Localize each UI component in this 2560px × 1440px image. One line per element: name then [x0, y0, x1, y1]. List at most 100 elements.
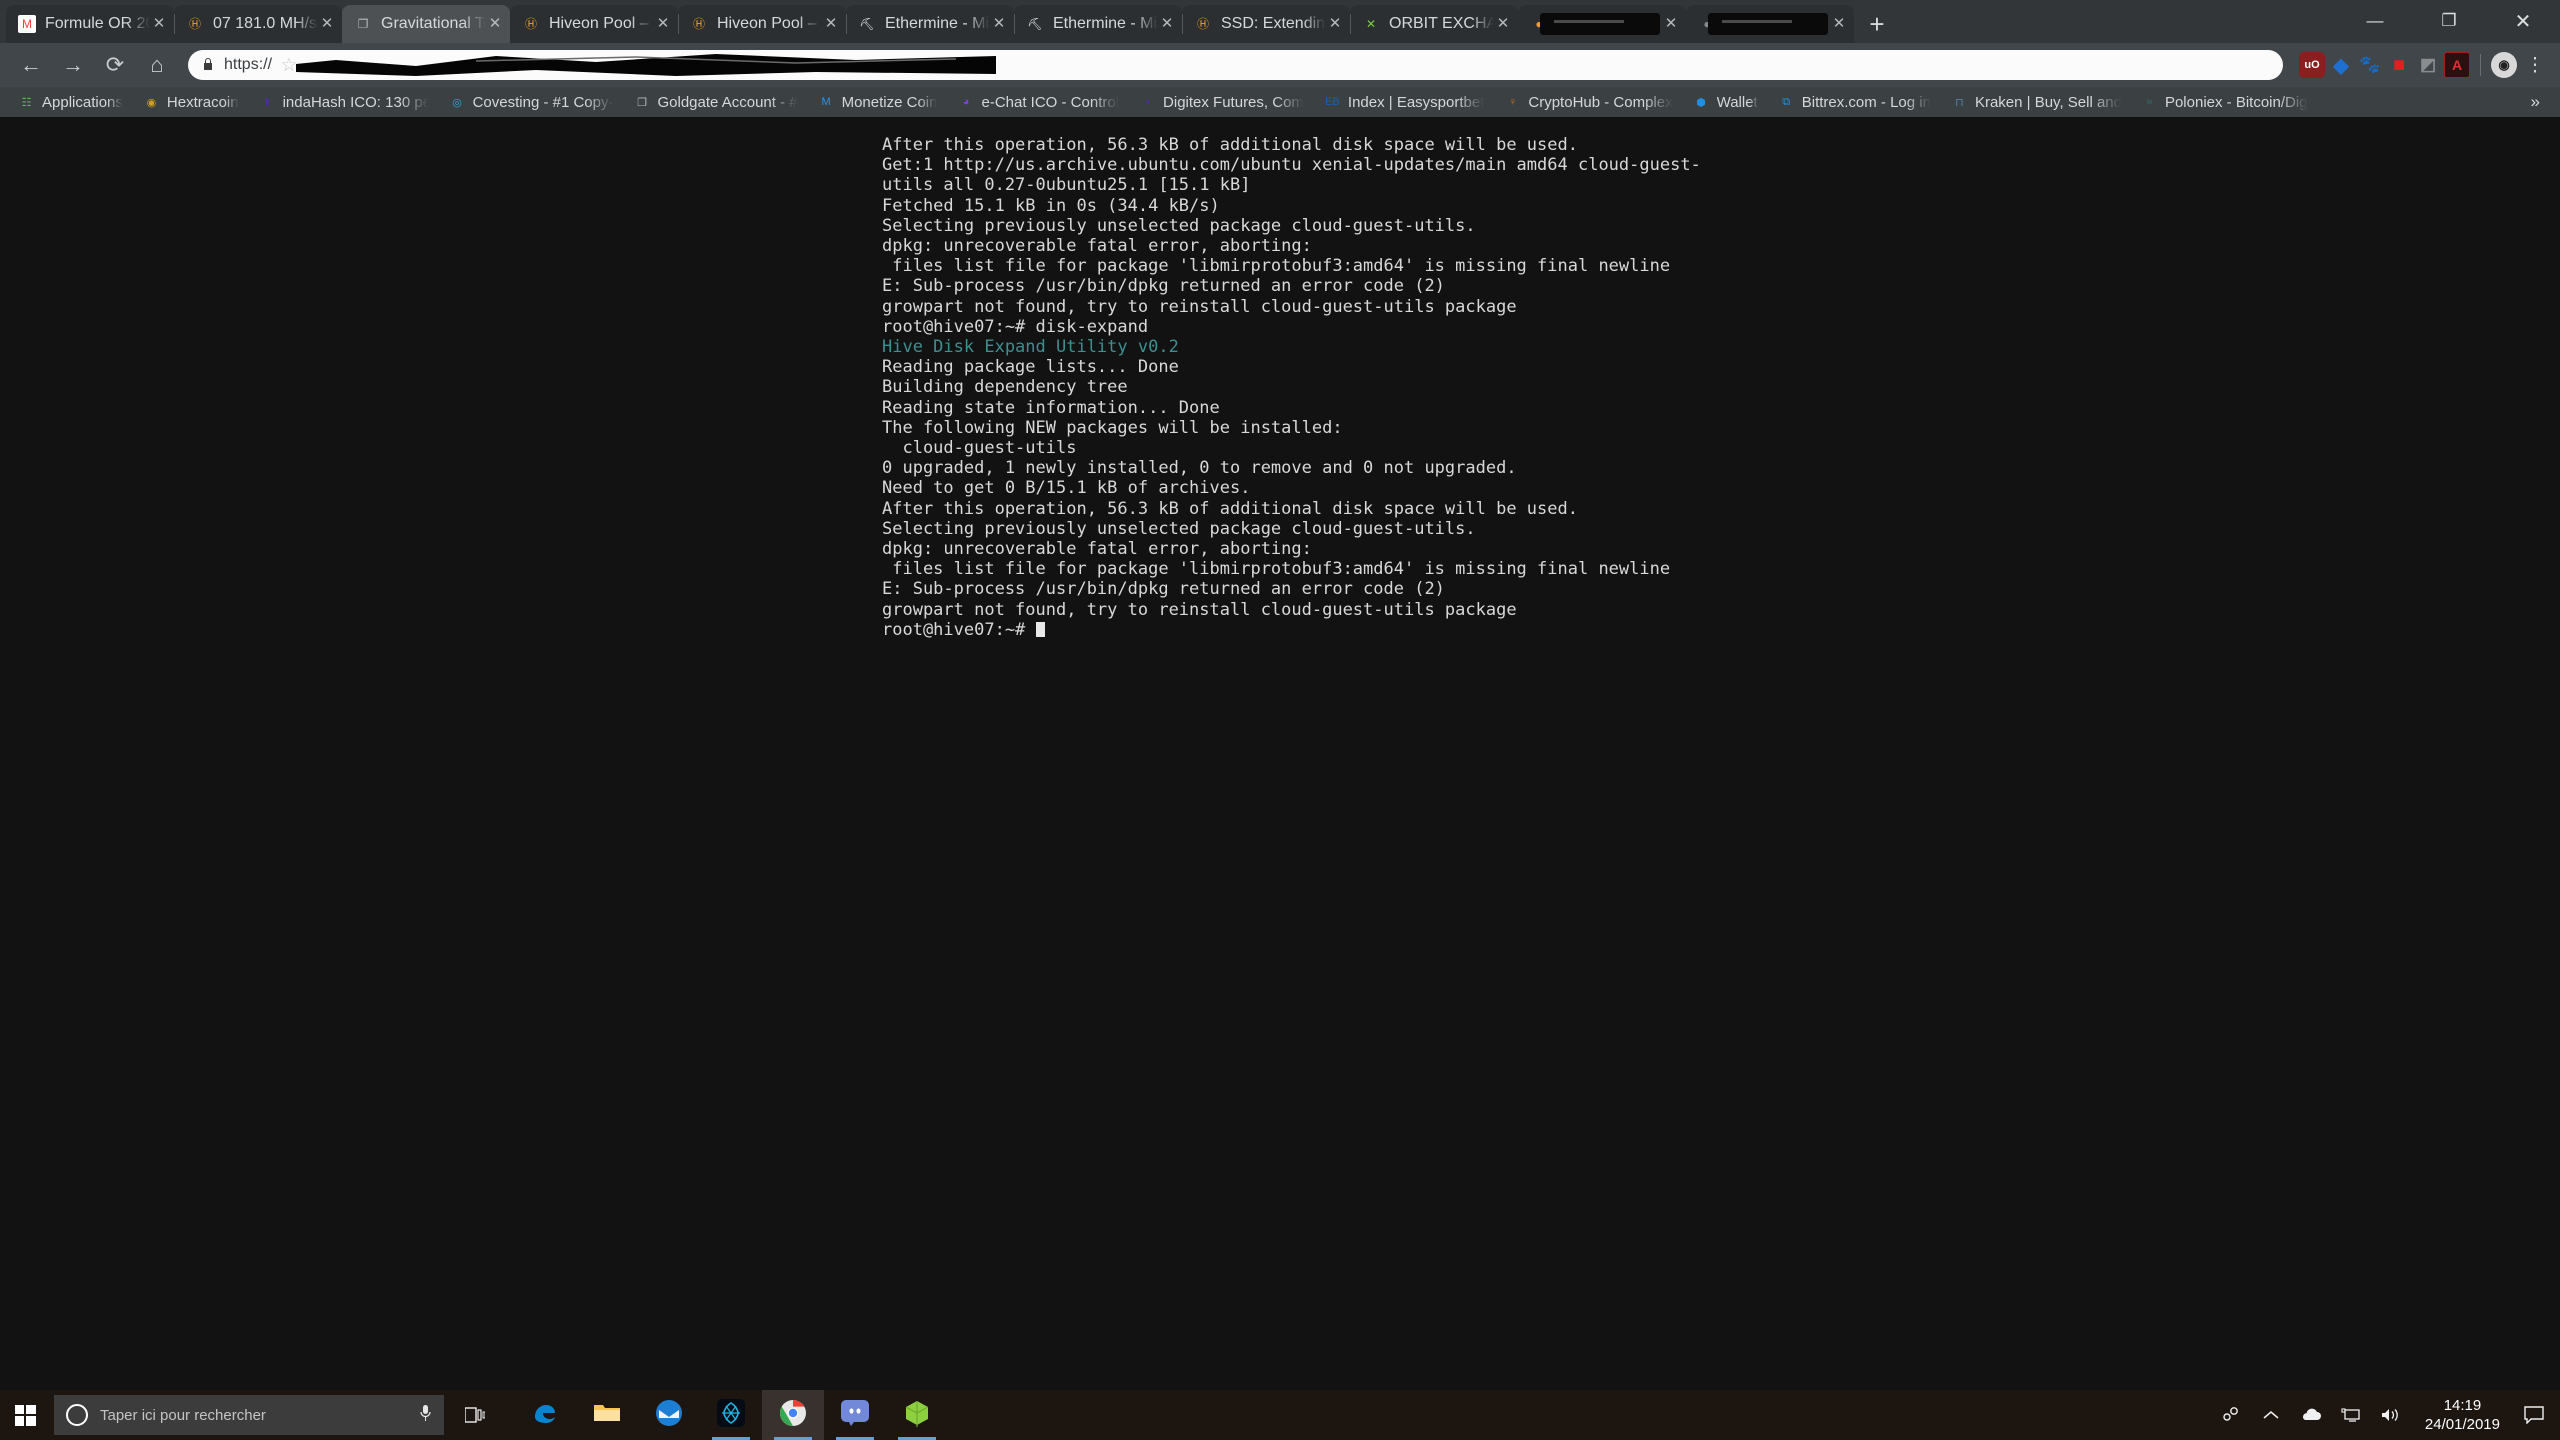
reload-icon[interactable]: ⟳ — [94, 44, 136, 86]
x-badge-icon[interactable]: ◩ — [2415, 52, 2441, 78]
red-box-icon[interactable]: ■ — [2386, 52, 2412, 78]
bookmark-item[interactable]: EB Index | Easysportbet — [1314, 89, 1494, 115]
blue-diamond-icon[interactable]: ◆ — [2328, 52, 2354, 78]
taskbar-clock[interactable]: 14:19 24/01/2019 — [2411, 1396, 2514, 1434]
monetize-coin-icon: M — [821, 96, 831, 108]
bookmark-item[interactable]: ⧉ Bittrex.com - Log in — [1768, 89, 1941, 115]
taskbar-app-chrome[interactable] — [762, 1390, 824, 1440]
ethermine-icon: ⛏ — [859, 17, 875, 31]
taskbar-app-discord[interactable] — [824, 1390, 886, 1440]
terminal-line: E: Sub-process /usr/bin/dpkg returned an… — [882, 579, 1445, 600]
bookmark-item[interactable]: ❐ Goldgate Account - # — [624, 89, 808, 115]
bookmark-item[interactable]: ⊓ Kraken | Buy, Sell and — [1941, 89, 2131, 115]
goldgate-icon: ❐ — [637, 96, 647, 109]
clock-time: 14:19 — [2443, 1397, 2482, 1414]
bookmark-item[interactable]: M Monetize Coin — [808, 89, 948, 115]
close-tab-icon[interactable]: ✕ — [822, 15, 840, 33]
bookmark-label: Digitex Futures, Com — [1163, 93, 1304, 111]
search-placeholder: Taper ici pour rechercher — [100, 1406, 266, 1424]
volume-icon[interactable] — [2371, 1390, 2411, 1440]
bookmark-item[interactable]: ☷ Applications — [8, 89, 133, 115]
address-bar[interactable]: https:// ☆ — [188, 50, 2283, 80]
terminal-line: Get:1 http://us.archive.ubuntu.com/ubunt… — [882, 155, 1701, 176]
terminal-line: After this operation, 56.3 kB of additio… — [882, 135, 1578, 155]
bookmark-item[interactable]: ⬢ Wallet — [1683, 89, 1768, 115]
taskbar-app-file-explorer[interactable] — [576, 1390, 638, 1440]
ublock-origin-icon[interactable]: uO — [2299, 52, 2325, 78]
taskbar-search-box[interactable]: Taper ici pour rechercher — [54, 1395, 444, 1435]
taskbar-app-green-cube[interactable] — [886, 1390, 948, 1440]
bookmark-item[interactable]: » Poloniex - Bitcoin/Dig — [2131, 89, 2318, 115]
browser-tab[interactable]: Ⓗ 07 181.0 MH/s - PR✕ — [174, 5, 342, 43]
action-center-icon[interactable] — [2514, 1390, 2554, 1440]
bookmark-item[interactable]: ⬆ indaHash ICO: 130 pe — [249, 89, 439, 115]
taskbar-app-thunderbird[interactable] — [638, 1390, 700, 1440]
bookmark-label: Monetize Coin — [841, 93, 938, 111]
terminal-lines: After this operation, 56.3 kB of additio… — [0, 135, 2560, 640]
browser-toolbar: ← → ⟳ ⌂ https:// ☆ uO ◆ 🐾 ■ ◩ A ◉ ⋮ — [0, 43, 2560, 87]
bookmark-star-icon[interactable]: ☆ — [272, 54, 306, 77]
back-icon[interactable]: ← — [10, 44, 52, 86]
bookmark-label: CryptoHub - Complex — [1528, 93, 1673, 111]
fox-extension-icon[interactable]: 🐾 — [2357, 52, 2383, 78]
browser-tab[interactable]: ⛏ Ethermine - Miners✕ — [846, 5, 1014, 43]
tab-title: Hiveon Pool – Mos — [717, 15, 822, 32]
tab-title: 07 181.0 MH/s - PR — [213, 15, 318, 32]
terminal-line: files list file for package 'libmirproto… — [882, 559, 1671, 580]
home-icon[interactable]: ⌂ — [136, 44, 178, 86]
hive-icon: Ⓗ — [692, 17, 705, 31]
adobe-acrobat-icon[interactable]: A — [2444, 52, 2470, 78]
gmail-icon: M — [18, 15, 36, 33]
bookmark-item[interactable]: ◖ Digitex Futures, Com — [1129, 89, 1314, 115]
forward-icon[interactable]: → — [52, 44, 94, 86]
terminal-line: files list file for package 'libmirproto… — [882, 256, 1671, 277]
close-tab-icon[interactable]: ✕ — [486, 15, 504, 33]
browser-tab[interactable]: ● ✕ — [1686, 5, 1854, 43]
microphone-icon[interactable] — [419, 1404, 432, 1427]
new-tab-button[interactable]: + — [1854, 5, 1900, 43]
network-icon[interactable] — [2331, 1390, 2371, 1440]
terminal-prompt-line[interactable]: root@hive07:~# — [882, 620, 2560, 640]
close-window-button[interactable]: ✕ — [2486, 0, 2560, 42]
tab-separator — [1350, 14, 1351, 34]
onedrive-icon[interactable] — [2291, 1390, 2331, 1440]
browser-tab[interactable]: ● ✕ — [1518, 5, 1686, 43]
browser-tab[interactable]: Ⓗ Hiveon Pool – Mos✕ — [510, 5, 678, 43]
tab-title: Ethermine - Miners — [1053, 15, 1158, 32]
taskbar-app-edge[interactable] — [514, 1390, 576, 1440]
close-tab-icon[interactable]: ✕ — [318, 15, 336, 33]
close-tab-icon[interactable]: ✕ — [1158, 15, 1176, 33]
bookmark-item[interactable]: ◎ Covesting - #1 Copy- — [439, 89, 624, 115]
close-tab-icon[interactable]: ✕ — [1494, 15, 1512, 33]
terminal-line: Selecting previously unselected package … — [882, 518, 1476, 539]
redacted-tab-overlay — [1540, 13, 1660, 35]
browser-tab[interactable]: ⛏ Ethermine - Miners✕ — [1014, 5, 1182, 43]
edge-icon — [531, 1399, 559, 1432]
browser-tab[interactable]: M Formule OR 2019 (✕ — [6, 5, 174, 43]
bookmark-label: indaHash ICO: 130 pe — [282, 93, 429, 111]
show-hidden-icons-chevron[interactable] — [2251, 1390, 2291, 1440]
close-tab-icon[interactable]: ✕ — [150, 15, 168, 33]
bookmark-item[interactable]: ◉ Hextracoin — [133, 89, 249, 115]
maximize-button[interactable]: ❐ — [2412, 0, 2486, 42]
close-tab-icon[interactable]: ✕ — [990, 15, 1008, 33]
bookmark-item[interactable]: ◕ e-Chat ICO - Control — [947, 89, 1129, 115]
close-tab-icon[interactable]: ✕ — [1326, 15, 1344, 33]
close-tab-icon[interactable]: ✕ — [1662, 15, 1680, 33]
people-icon[interactable] — [2211, 1390, 2251, 1440]
browser-tab[interactable]: Ⓗ Hiveon Pool – Mos✕ — [678, 5, 846, 43]
start-button[interactable] — [0, 1390, 50, 1440]
taskbar-app-blue-app[interactable] — [700, 1390, 762, 1440]
bookmarks-overflow-icon[interactable]: » — [2519, 92, 2552, 112]
browser-tab[interactable]: ✕ORBIT EXCHANGE✕ — [1350, 5, 1518, 43]
browser-tab[interactable]: ❐ Gravitational Telecc✕ — [342, 5, 510, 43]
chrome-menu-icon[interactable]: ⋮ — [2520, 56, 2550, 75]
browser-tab[interactable]: Ⓗ SSD: Extending par✕ — [1182, 5, 1350, 43]
close-tab-icon[interactable]: ✕ — [654, 15, 672, 33]
close-tab-icon[interactable]: ✕ — [1830, 15, 1848, 33]
minimize-button[interactable]: — — [2338, 0, 2412, 42]
profile-avatar[interactable]: ◉ — [2491, 52, 2517, 78]
bookmark-item[interactable]: ♀ CryptoHub - Complex — [1494, 89, 1682, 115]
bittrex-icon: ⧉ — [1782, 95, 1791, 108]
task-view-button[interactable] — [444, 1390, 506, 1440]
